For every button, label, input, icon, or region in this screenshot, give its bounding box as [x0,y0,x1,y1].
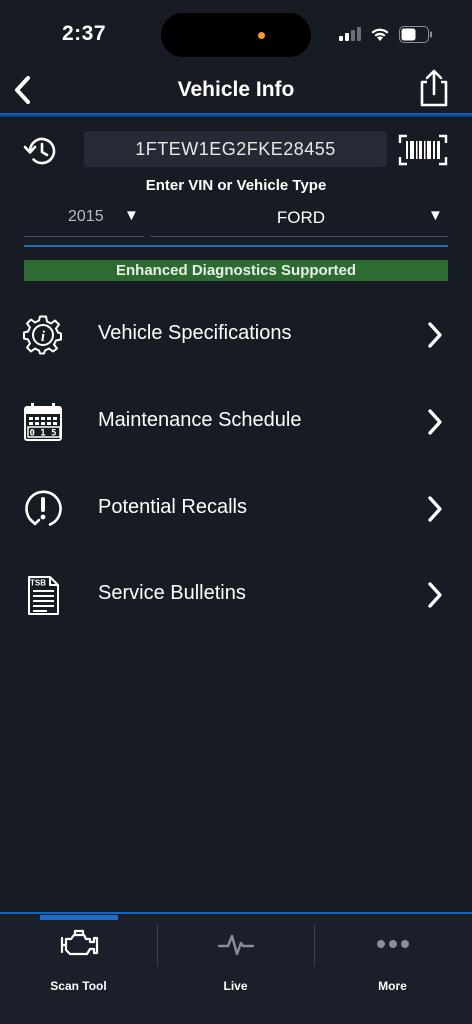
gear-info-icon: i [23,315,62,355]
maintenance-schedule-item[interactable]: 0 1 5 Maintenance Schedule [0,387,472,457]
more-dots-icon [377,940,409,948]
engine-icon [60,929,99,956]
dropdown-arrow-icon: ▼ [428,207,443,224]
vin-input[interactable] [84,131,387,167]
tab-bar-divider [0,912,472,914]
chevron-right-icon [428,582,442,608]
make-value: FORD [276,208,326,227]
svg-text:TSB: TSB [30,579,46,588]
navigation-bar: Vehicle Info [0,64,472,114]
battery-icon [399,26,432,43]
share-icon[interactable] [415,67,453,109]
calendar-odometer-icon: 0 1 5 [24,403,62,441]
make-dropdown[interactable]: FORD ▼ [150,200,448,237]
status-time: 2:37 [62,22,107,45]
potential-recalls-item[interactable]: Potential Recalls [0,474,472,544]
vin-hint-label: Enter VIN or Vehicle Type [145,177,327,194]
service-bulletins-item[interactable]: TSB Service Bulletins [0,560,472,630]
bottom-tab-bar: Scan Tool Live More [0,912,472,1024]
wifi-icon [371,28,389,41]
barcode-scan-icon[interactable] [398,134,448,166]
tab-more[interactable]: More [314,924,471,998]
year-dropdown[interactable]: 2015 ▼ [24,200,144,237]
vehicle-specifications-item[interactable]: i Vehicle Specifications [0,300,472,370]
year-value: 2015 [68,208,104,225]
tab-label: Live [223,979,248,993]
tab-label: Scan Tool [50,979,107,993]
dropdown-arrow-icon: ▼ [124,207,139,224]
tsb-document-icon: TSB [28,576,59,615]
dynamic-island [161,13,311,57]
chevron-right-icon [428,409,442,435]
svg-text:i: i [41,329,46,345]
tab-scan-tool[interactable]: Scan Tool [0,924,157,998]
active-tab-indicator [40,915,118,920]
menu-item-label: Vehicle Specifications [98,322,292,344]
page-title: Vehicle Info [177,78,295,101]
diagnostics-status-banner: Enhanced Diagnostics Supported [24,260,448,281]
pulse-icon [217,934,255,956]
tab-label: More [378,979,407,993]
chevron-right-icon [428,322,442,348]
menu-item-label: Service Bulletins [98,582,246,604]
svg-text:0 1 5: 0 1 5 [29,429,56,439]
header-divider [0,113,472,117]
history-icon[interactable] [22,133,60,169]
recall-alert-icon [25,490,62,526]
cellular-signal-icon [339,27,361,41]
status-bar: 2:37 [0,0,472,64]
back-chevron-icon[interactable] [8,70,40,110]
section-divider [24,245,448,247]
menu-item-label: Potential Recalls [98,496,247,518]
menu-item-label: Maintenance Schedule [98,409,302,431]
chevron-right-icon [428,496,442,522]
recording-indicator [258,32,265,39]
tab-live[interactable]: Live [157,924,314,998]
